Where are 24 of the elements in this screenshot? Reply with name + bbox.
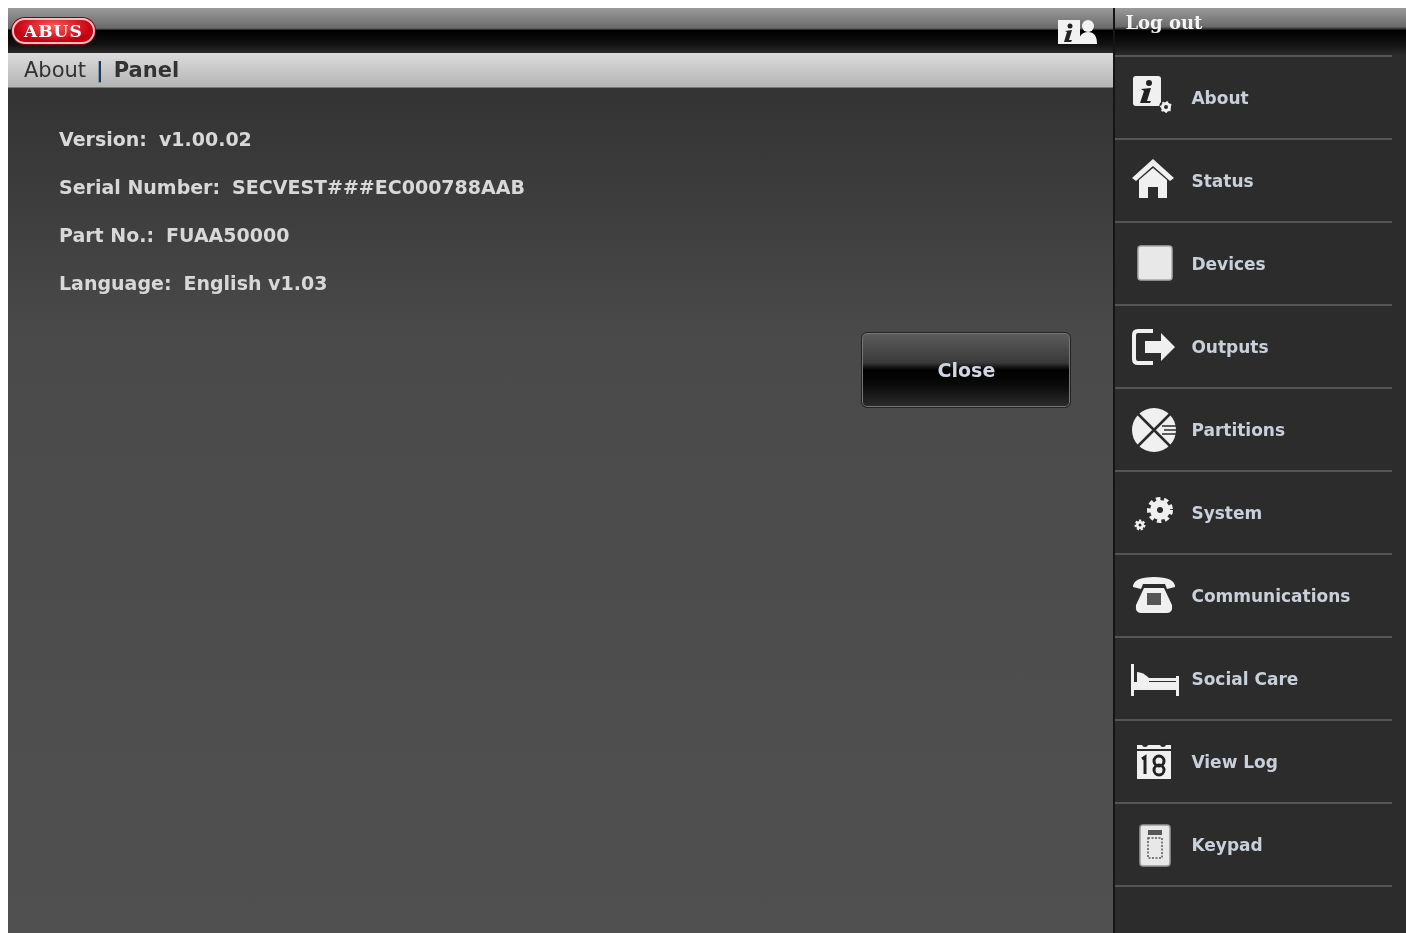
sidebar-item[interactable]: Status — [1115, 140, 1392, 223]
sidebar-item[interactable]: Partitions — [1115, 389, 1392, 472]
breadcrumb-section[interactable]: About — [24, 58, 87, 82]
logout-link[interactable]: Log out — [1125, 12, 1203, 33]
field-value: v1.00.02 — [158, 127, 252, 152]
sidebar-item[interactable]: System — [1115, 472, 1392, 555]
breadcrumb-page: Panel — [113, 58, 180, 82]
sidebar-item[interactable]: Keypad — [1115, 804, 1392, 887]
sidebar-item[interactable]: Social Care — [1115, 638, 1392, 721]
brand-logo: ABUS — [12, 17, 95, 44]
field-value: English v1.03 — [183, 271, 328, 296]
sidebar-item[interactable]: Devices — [1115, 223, 1392, 306]
field-label: Serial Number: — [59, 175, 221, 200]
breadcrumb-separator: | — [96, 58, 104, 82]
field-value: FUAA50000 — [166, 223, 290, 248]
field-value: SECVEST###EC000788AAB — [232, 175, 525, 200]
sidebar-item[interactable]: About — [1115, 57, 1392, 140]
close-button[interactable]: Close — [861, 332, 1072, 408]
field-label: Version: — [59, 127, 147, 152]
sidebar-item[interactable]: Outputs — [1115, 306, 1392, 389]
field-label: Language: — [59, 271, 172, 296]
field-label: Part No.: — [59, 223, 155, 248]
sidebar-item[interactable]: View Log — [1115, 721, 1392, 804]
sidebar-item[interactable]: Communications — [1115, 555, 1392, 638]
